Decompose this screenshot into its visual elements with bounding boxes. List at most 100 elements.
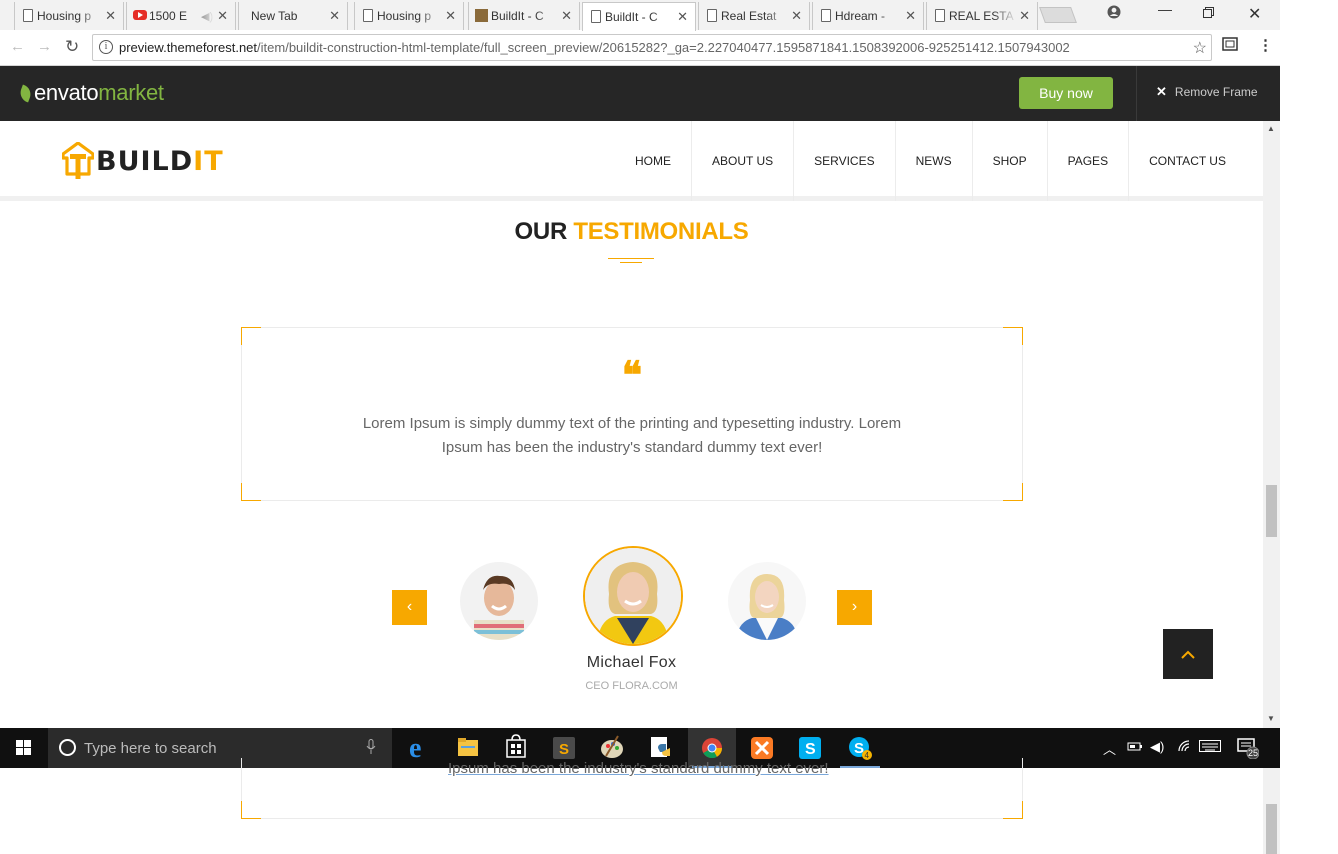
- close-icon[interactable]: ✕: [677, 9, 688, 25]
- url-text: preview.themeforest.net/item/buildit-con…: [119, 40, 1070, 55]
- section-title: OUR TESTIMONIALS: [514, 218, 749, 245]
- profile-icon[interactable]: [1107, 5, 1121, 22]
- buy-now-button[interactable]: Buy now: [1019, 77, 1113, 109]
- testimonial-card: ❝ Lorem Ipsum is simply dummy text of th…: [241, 327, 1023, 501]
- next-testimonial-button[interactable]: ›: [837, 590, 872, 625]
- house-hammer-icon: [61, 141, 95, 180]
- avatar-man[interactable]: [460, 562, 538, 640]
- nav-contact-us[interactable]: CONTACT US: [1128, 121, 1246, 201]
- scroll-down-arrow-icon[interactable]: ▼: [1267, 714, 1275, 723]
- browser-tab[interactable]: Hdream - ✕: [812, 2, 924, 30]
- quote-icon: ❝: [621, 352, 643, 397]
- scroll-to-top-button[interactable]: [1163, 629, 1213, 679]
- microphone-icon[interactable]: [366, 739, 376, 758]
- buildit-logo[interactable]: BUILDIT: [61, 141, 224, 181]
- avatar-woman-selected[interactable]: [583, 546, 683, 646]
- keyboard-icon[interactable]: [1199, 739, 1221, 756]
- title-underline: [620, 262, 642, 263]
- logo-word: envato: [34, 80, 99, 105]
- restore-icon[interactable]: [1203, 5, 1214, 21]
- screen: Housing p ✕ 1500 E ◀) ✕ New Tab ✕ Housin…: [0, 0, 1338, 854]
- browser-tab-strip: Housing p ✕ 1500 E ◀) ✕ New Tab ✕ Housin…: [0, 0, 1280, 31]
- close-icon[interactable]: ✕: [105, 8, 116, 24]
- start-button[interactable]: [0, 728, 48, 768]
- nav-news[interactable]: NEWS: [894, 121, 972, 201]
- remnant-text: Ipsum has been the industry's standard d…: [448, 760, 829, 777]
- page-icon: [363, 9, 373, 22]
- scroll-up-arrow-icon[interactable]: ▲: [1267, 124, 1275, 133]
- browser-tab[interactable]: New Tab ✕: [238, 2, 348, 30]
- close-icon[interactable]: ✕: [791, 8, 802, 24]
- reload-icon[interactable]: ↻: [65, 37, 79, 57]
- nav-home[interactable]: HOME: [615, 121, 691, 201]
- tab-title: New Tab: [251, 9, 298, 23]
- svg-text:S: S: [559, 741, 569, 758]
- scrollbar-thumb[interactable]: [1266, 485, 1277, 537]
- remove-frame-link[interactable]: ✕ Remove Frame: [1156, 84, 1258, 100]
- site-header: BUILDIT HOME ABOUT US SERVICES NEWS SHOP…: [0, 121, 1263, 201]
- menu-icon[interactable]: ⋮: [1258, 36, 1273, 54]
- page-icon: [935, 9, 945, 22]
- browser-tab[interactable]: BuildIt - C ✕: [468, 2, 580, 30]
- page-icon: [707, 9, 717, 22]
- address-bar[interactable]: i preview.themeforest.net/item/buildit-c…: [92, 34, 1212, 61]
- browser-tab[interactable]: REAL ESTA ✕: [926, 2, 1038, 30]
- title-underline: [608, 258, 654, 259]
- notification-count: 25: [1248, 748, 1259, 758]
- remove-frame-label: Remove Frame: [1174, 85, 1258, 99]
- close-icon[interactable]: ✕: [1019, 8, 1030, 24]
- cast-icon[interactable]: [1222, 37, 1238, 55]
- cortana-icon: [59, 739, 76, 756]
- prev-testimonial-button[interactable]: ‹: [392, 590, 427, 625]
- back-icon[interactable]: ←: [10, 38, 25, 55]
- chevron-up-icon: [1181, 650, 1195, 659]
- info-icon[interactable]: i: [99, 40, 113, 54]
- nav-services[interactable]: SERVICES: [793, 121, 894, 201]
- page-icon: [23, 9, 33, 22]
- avatar-woman-blonde[interactable]: [728, 562, 806, 640]
- tab-title: 1500 E: [149, 9, 188, 23]
- envato-logo[interactable]: envatomarket: [17, 80, 164, 106]
- close-icon[interactable]: ✕: [905, 8, 916, 24]
- forward-icon[interactable]: →: [37, 38, 52, 55]
- logo-text: BUILDIT: [96, 145, 224, 177]
- close-icon[interactable]: ✕: [217, 8, 228, 24]
- tab-title: Hdream -: [835, 9, 886, 23]
- browser-toolbar: ← → ↻ i preview.themeforest.net/item/bui…: [0, 30, 1280, 66]
- browser-tab[interactable]: Housing p ✕: [14, 2, 124, 30]
- page-viewport: BUILDIT HOME ABOUT US SERVICES NEWS SHOP…: [0, 121, 1263, 728]
- remnant-scrollbar: [1263, 768, 1280, 854]
- testimonial-person-role: CEO FLORA.COM: [585, 680, 678, 692]
- volume-icon[interactable]: ◀): [1150, 739, 1164, 755]
- wifi-icon[interactable]: [1177, 739, 1193, 756]
- browser-tab[interactable]: Housing p ✕: [354, 2, 464, 30]
- windows-logo-icon: [16, 740, 32, 756]
- svg-text:S: S: [805, 741, 816, 758]
- page-scrollbar[interactable]: ▲ ▼: [1263, 121, 1280, 728]
- show-hidden-icons-icon[interactable]: ︿: [1103, 739, 1116, 758]
- testimonial-person-name: Michael Fox: [586, 654, 677, 671]
- close-icon[interactable]: ✕: [329, 8, 340, 24]
- close-window-icon[interactable]: ✕: [1248, 4, 1261, 24]
- battery-icon[interactable]: [1127, 739, 1143, 756]
- new-tab-button[interactable]: [1039, 7, 1077, 23]
- page-icon: [821, 9, 831, 22]
- close-icon: ✕: [1156, 84, 1167, 99]
- bookmark-star-icon[interactable]: ☆: [1193, 38, 1207, 58]
- search-placeholder: Type here to search: [84, 740, 217, 757]
- browser-tab[interactable]: 1500 E ◀) ✕: [126, 2, 236, 30]
- page-icon: [591, 10, 601, 23]
- leaf-icon: [17, 84, 34, 103]
- close-icon[interactable]: ✕: [561, 8, 572, 24]
- action-center-icon[interactable]: 25: [1237, 737, 1260, 760]
- minimize-icon[interactable]: —: [1158, 1, 1172, 17]
- nav-shop[interactable]: SHOP: [971, 121, 1047, 201]
- nav-about-us[interactable]: ABOUT US: [691, 121, 793, 201]
- browser-tab-active[interactable]: BuildIt - C ✕: [582, 2, 696, 31]
- youtube-icon: [133, 10, 147, 20]
- nav-pages[interactable]: PAGES: [1046, 121, 1128, 201]
- image-icon: [475, 9, 488, 22]
- background-window-remnant: Ipsum has been the industry's standard d…: [0, 758, 1338, 854]
- browser-tab[interactable]: Real Estat ✕: [698, 2, 810, 30]
- close-icon[interactable]: ✕: [445, 8, 456, 24]
